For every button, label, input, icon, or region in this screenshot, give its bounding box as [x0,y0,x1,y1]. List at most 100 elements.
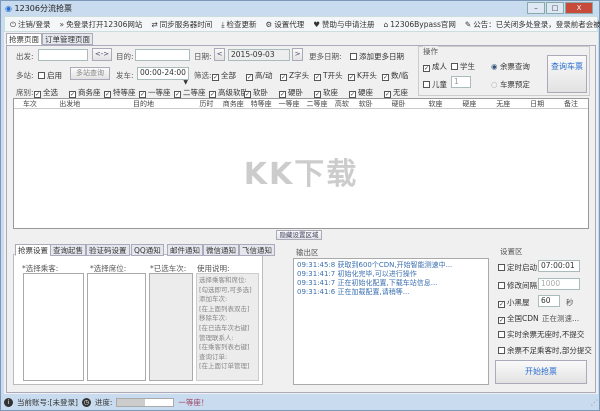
toolbar-label: 公告：已关闭多处登录，登录前者会被挤掉！ [473,19,600,29]
checkbox[interactable]: ✓ T开头 [314,70,343,81]
modify-interval-checkbox[interactable]: 修改间隔 [498,280,537,291]
checkbox[interactable]: ✓ 高级软卧 [209,87,248,98]
next-date-button[interactable]: > [292,48,303,61]
column-header[interactable]: 硬座 [452,99,486,108]
column-header[interactable]: 软卧 [353,99,379,108]
date-input[interactable]: 2015-09-03 [228,49,290,61]
checkbox[interactable]: ✓ 硬座 [349,87,373,98]
query-tickets-button[interactable]: 查询车票 [547,55,587,93]
ticket-booking-radio[interactable]: ○ 车票预定 [491,79,530,90]
checkbox-checked-icon: ✓ [244,91,251,98]
student-checkbox[interactable]: 学生 [451,61,475,72]
usage-line: [在上面订单管理] [199,362,250,371]
checkbox[interactable]: ✓ 特等座 [104,87,136,98]
column-header[interactable]: 高软 [331,99,353,108]
blackroom-text: 小黑屋 [507,298,530,307]
adult-checkbox[interactable]: ✓ 成人 [423,61,447,72]
checkbox[interactable]: ✓ 二等座 [174,87,206,98]
column-header[interactable]: 商务座 [219,99,247,108]
tab-order-management[interactable]: 订单管理页面 [42,33,93,45]
checkbox-label: 软座 [323,88,338,97]
checkbox[interactable]: ✓ 全部 [212,70,236,81]
column-header[interactable]: 一等座 [275,99,303,108]
column-header[interactable]: 二等座 [303,99,331,108]
download-icon: ⤓ [221,19,225,29]
toolbar: ⏻ 注销/登录 » 免登录打开12306网站 ⇄ 同步服务器时间 ⤓ 检查更新 ⚙ 设置代理 ♥ 赞助… [4,16,600,32]
child-checkbox[interactable]: 儿童 [423,79,447,90]
column-header[interactable]: 软座 [419,99,453,108]
settings-tab[interactable]: 抢票设置 [15,244,51,256]
interval-input[interactable]: 1000 [538,278,580,290]
checkbox-checked-icon: ✓ [104,91,111,98]
settings-tab[interactable]: 验证码设置 [86,244,130,256]
checkbox-label: 软卧 [253,88,268,97]
hide-settings-button[interactable]: 隐藏设置区域 [276,230,322,240]
selected-trains-list[interactable] [149,273,193,381]
column-header[interactable]: 无座 [486,99,520,108]
settings-tab[interactable]: 查询起售 [50,244,86,256]
column-header[interactable]: 目的地 [94,99,194,108]
checkbox-checked-icon: ✓ [314,74,321,81]
checkbox[interactable]: ✓ 商务座 [69,87,101,98]
settings-tab[interactable]: 邮件通知 [167,244,203,256]
column-header[interactable]: 特等座 [247,99,275,108]
column-header[interactable]: 车次 [14,99,46,108]
to-input[interactable] [135,49,190,61]
column-header[interactable]: 历时 [193,99,219,108]
add-more-dates-checkbox[interactable]: 添加更多日期 [350,51,404,62]
remaining-query-radio[interactable]: ◉ 余票查询 [491,61,530,72]
checkbox[interactable]: ✓ Z字头 [280,70,309,81]
settings-tab[interactable]: 飞信通知 [239,244,275,256]
column-header[interactable]: 日期 [520,99,554,108]
multi-station-enable-checkbox[interactable]: 启用 [38,70,62,81]
double-chevron-icon: » [59,19,65,29]
toolbar-button[interactable]: ⏻ 注销/登录 [10,19,50,30]
partial-submit-checkbox[interactable]: 余票不足乘客时,部分提交 [498,345,592,356]
toolbar-button[interactable]: ⚙ 设置代理 [266,19,305,30]
checkbox[interactable]: ✓ K开头 [348,70,377,81]
checkbox[interactable]: ✓ 无座 [384,87,408,98]
prev-date-button[interactable]: < [214,48,225,61]
checkbox[interactable]: ✓ 数/临 [382,70,409,81]
no-seat-skip-checkbox[interactable]: 实时余票无座时,不提交 [498,329,584,340]
column-header[interactable]: 出发地 [46,99,94,108]
seat-list[interactable] [87,273,146,381]
toolbar-button[interactable]: ⇄ 同步服务器时间 [151,19,212,30]
checkbox[interactable]: ✓ 高/动 [246,70,273,81]
resize-grip-icon[interactable]: ⋰ [591,398,599,407]
timed-start-input[interactable]: 07:00:01 [538,260,580,272]
child-count-stepper[interactable]: 1 [451,76,471,88]
tab-grab-tickets[interactable]: 抢票页面 [6,33,42,45]
no-seat-skip-text: 实时余票无座时,不提交 [507,330,585,339]
from-input[interactable] [38,49,88,61]
swap-button[interactable]: <-> [92,48,112,61]
checkbox[interactable]: ✓ 软卧 [244,87,268,98]
blackroom-checkbox[interactable]: ✓ 小黑屋 [498,297,530,308]
blackroom-input[interactable]: 60 [538,295,560,307]
minimize-button[interactable]: – [527,2,545,14]
toolbar-button[interactable]: ⤓ 检查更新 [221,19,256,30]
account-status: 当前账号:[未登录] [17,397,78,407]
passenger-list[interactable] [23,273,84,381]
toolbar-button[interactable]: ✎公告：已关闭多处登录，登录前者会被挤掉！ [465,19,600,30]
checkbox[interactable]: ✓ 全选 [34,87,58,98]
log-time: 09:31:41:7 [297,279,336,287]
timed-start-checkbox[interactable]: 定时启动 [498,262,537,273]
cdn-checkbox[interactable]: ✓ 全国CDN [498,313,539,324]
maximize-button[interactable]: □ [546,2,564,14]
close-button[interactable]: X [565,2,593,14]
start-grabbing-button[interactable]: 开始抢票 [495,360,587,384]
checkbox[interactable]: ✓ 一等座 [139,87,171,98]
depart-time-select[interactable]: 00:00-24:00 ▼ [137,67,189,86]
toolbar-button[interactable]: » 免登录打开12306网站 [59,19,142,30]
settings-tab[interactable]: QQ通知 [131,244,164,256]
seconds-label: 秒 [566,298,574,307]
column-header[interactable]: 备注 [554,99,588,108]
checkbox[interactable]: ✓ 硬卧 [279,87,303,98]
multi-station-query-button[interactable]: 多站查询 [70,67,110,80]
checkbox[interactable]: ✓ 软座 [314,87,338,98]
column-header[interactable]: 硬卧 [379,99,419,108]
settings-tab[interactable]: 微信通知 [203,244,239,256]
toolbar-button[interactable]: ♥ 赞助与申请注册 [313,19,374,30]
toolbar-button[interactable]: ⌂ 12306Bypass官网 [384,19,456,30]
